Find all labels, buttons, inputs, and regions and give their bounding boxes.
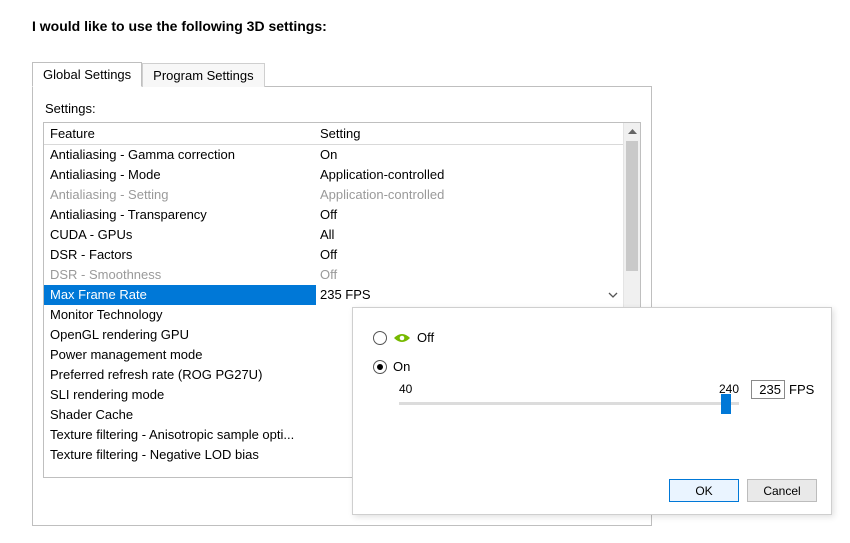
setting-cell: Application-controlled bbox=[320, 185, 640, 205]
fps-unit-label: FPS bbox=[789, 382, 814, 397]
fps-input[interactable] bbox=[751, 380, 785, 399]
radio-on[interactable] bbox=[373, 360, 387, 374]
scroll-up-icon[interactable] bbox=[624, 123, 640, 140]
feature-cell: Antialiasing - Mode bbox=[50, 165, 320, 185]
setting-cell: Off bbox=[320, 265, 640, 285]
feature-cell: Power management mode bbox=[50, 345, 320, 365]
radio-off-label: Off bbox=[417, 330, 434, 345]
fps-slider-thumb[interactable] bbox=[721, 394, 731, 414]
feature-cell: Texture filtering - Anisotropic sample o… bbox=[50, 425, 320, 445]
max-frame-rate-popup: Off On 40 240 FPS OK Cancel bbox=[352, 307, 832, 515]
nvidia-eye-icon bbox=[393, 332, 411, 344]
table-row[interactable]: Antialiasing - Gamma correctionOn bbox=[44, 145, 640, 165]
setting-cell: Off bbox=[320, 245, 640, 265]
setting-cell: On bbox=[320, 145, 640, 165]
setting-cell: Off bbox=[320, 205, 640, 225]
setting-cell[interactable]: 235 FPS bbox=[316, 285, 640, 305]
table-row[interactable]: DSR - FactorsOff bbox=[44, 245, 640, 265]
radio-off-row[interactable]: Off bbox=[373, 330, 811, 345]
feature-cell: Antialiasing - Gamma correction bbox=[50, 145, 320, 165]
cancel-button[interactable]: Cancel bbox=[747, 479, 817, 502]
feature-cell: DSR - Smoothness bbox=[50, 265, 320, 285]
radio-off[interactable] bbox=[373, 331, 387, 345]
table-row[interactable]: Antialiasing - ModeApplication-controlle… bbox=[44, 165, 640, 185]
feature-cell: Monitor Technology bbox=[50, 305, 320, 325]
feature-cell: Preferred refresh rate (ROG PG27U) bbox=[50, 365, 320, 385]
column-header-setting[interactable]: Setting bbox=[320, 124, 640, 144]
fps-slider-area: 40 240 FPS bbox=[399, 382, 779, 405]
radio-on-label: On bbox=[393, 359, 410, 374]
radio-on-row[interactable]: On bbox=[373, 359, 811, 374]
scrollbar-thumb[interactable] bbox=[626, 141, 638, 271]
fps-slider[interactable] bbox=[399, 402, 739, 405]
table-row[interactable]: Antialiasing - SettingApplication-contro… bbox=[44, 185, 640, 205]
settings-label: Settings: bbox=[45, 101, 641, 116]
tab-bar: Global Settings Program Settings bbox=[32, 62, 652, 86]
feature-cell: OpenGL rendering GPU bbox=[50, 325, 320, 345]
feature-cell: Max Frame Rate bbox=[50, 285, 320, 305]
feature-cell: Antialiasing - Transparency bbox=[50, 205, 320, 225]
page-title: I would like to use the following 3D set… bbox=[0, 0, 850, 34]
ok-button[interactable]: OK bbox=[669, 479, 739, 502]
setting-cell: All bbox=[320, 225, 640, 245]
tab-program-settings[interactable]: Program Settings bbox=[142, 63, 264, 87]
chevron-down-icon[interactable] bbox=[608, 290, 618, 300]
feature-cell: Shader Cache bbox=[50, 405, 320, 425]
feature-cell: CUDA - GPUs bbox=[50, 225, 320, 245]
feature-cell: SLI rendering mode bbox=[50, 385, 320, 405]
tab-global-settings[interactable]: Global Settings bbox=[32, 62, 142, 87]
grid-header: Feature Setting bbox=[44, 123, 640, 145]
table-row[interactable]: Antialiasing - TransparencyOff bbox=[44, 205, 640, 225]
table-row[interactable]: CUDA - GPUsAll bbox=[44, 225, 640, 245]
table-row[interactable]: DSR - SmoothnessOff bbox=[44, 265, 640, 285]
column-header-feature[interactable]: Feature bbox=[50, 124, 320, 144]
table-row[interactable]: Max Frame Rate235 FPS bbox=[44, 285, 640, 305]
feature-cell: Antialiasing - Setting bbox=[50, 185, 320, 205]
slider-min-label: 40 bbox=[399, 382, 412, 396]
feature-cell: Texture filtering - Negative LOD bias bbox=[50, 445, 320, 465]
feature-cell: DSR - Factors bbox=[50, 245, 320, 265]
setting-cell: Application-controlled bbox=[320, 165, 640, 185]
